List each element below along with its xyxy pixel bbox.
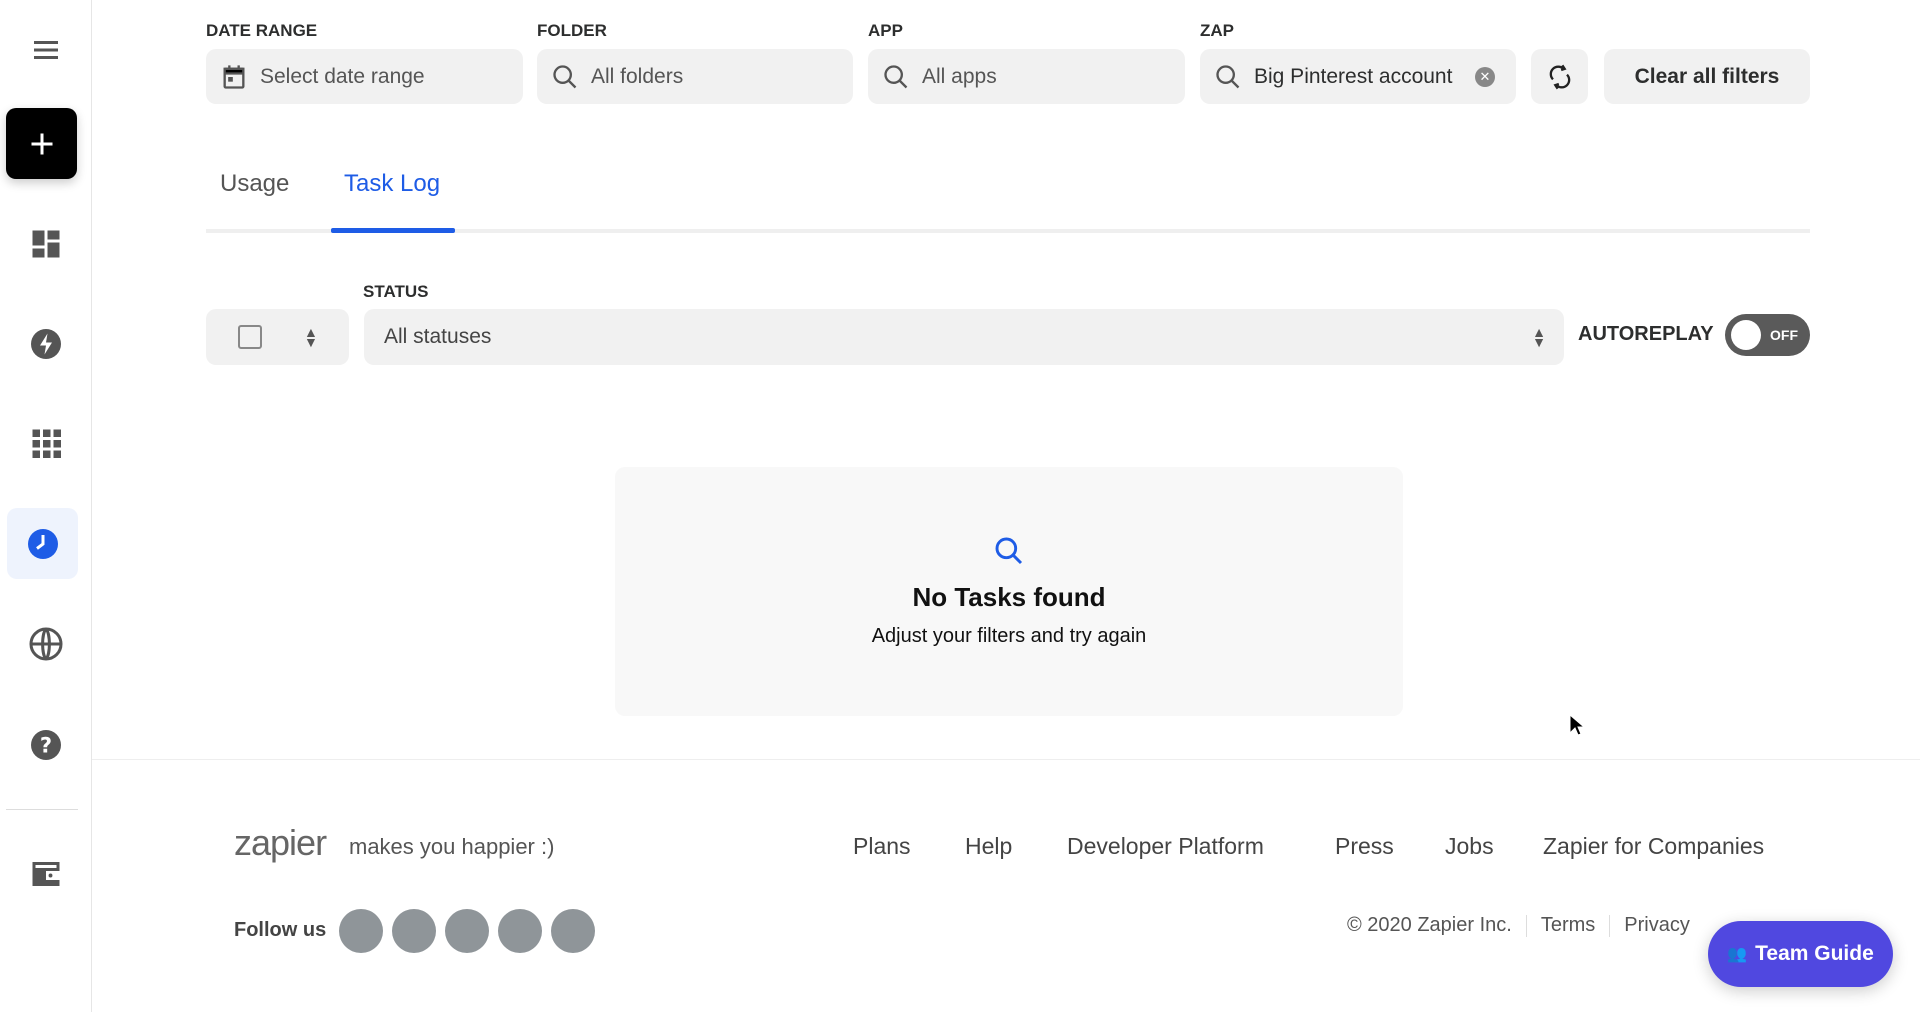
autoreplay-label: AUTOREPLAY [1578, 323, 1714, 345]
footer-divider [92, 759, 1920, 760]
search-icon [1216, 64, 1240, 88]
social-icon[interactable] [339, 909, 383, 953]
terms-link[interactable]: Terms [1541, 914, 1595, 937]
date-range-picker[interactable]: Select date range [206, 49, 523, 104]
sort-arrows-icon: ▲ ▼ [304, 324, 318, 350]
tab-usage[interactable]: Usage [220, 170, 289, 198]
active-tab-indicator [331, 228, 455, 233]
sidebar-item-zaps[interactable] [14, 312, 78, 376]
sidebar-divider [6, 809, 78, 810]
copyright: © 2020 Zapier Inc. [1347, 914, 1512, 936]
bulk-select[interactable]: ▲ ▼ [206, 309, 349, 365]
calendar-icon [223, 64, 245, 89]
footer-legal: © 2020 Zapier Inc. Terms Privacy [1347, 914, 1690, 937]
refresh-icon [1549, 64, 1570, 89]
footer-link-jobs[interactable]: Jobs [1445, 833, 1543, 860]
zap-value: Big Pinterest account [1254, 64, 1453, 88]
folder-value: All folders [591, 64, 684, 88]
globe-icon [29, 627, 63, 661]
toggle-knob [1731, 320, 1761, 350]
search-icon [884, 64, 908, 88]
svg-text:?: ? [40, 734, 52, 758]
footer-tagline: makes you happier :) [349, 834, 555, 859]
mouse-cursor-icon [1569, 714, 1585, 736]
sidebar: ? [0, 0, 92, 1012]
dashboard-icon [32, 230, 60, 258]
sidebar-item-dashboard[interactable] [14, 212, 78, 276]
separator [1609, 914, 1611, 937]
sidebar-item-billing[interactable] [14, 842, 78, 906]
search-icon [995, 537, 1023, 565]
sidebar-item-explore[interactable] [14, 612, 78, 676]
footer-link-press[interactable]: Press [1335, 833, 1445, 860]
empty-state-card: No Tasks found Adjust your filters and t… [615, 467, 1403, 716]
clear-all-filters-button[interactable]: Clear all filters [1604, 49, 1810, 104]
wallet-icon [32, 862, 60, 886]
select-arrows-icon: ▲ ▼ [1532, 324, 1546, 350]
status-label: STATUS [363, 282, 429, 301]
empty-subtitle: Adjust your filters and try again [871, 625, 1147, 647]
team-guide-label: Team Guide [1755, 942, 1874, 965]
empty-title: No Tasks found [912, 582, 1106, 612]
date-range-label: DATE RANGE [206, 21, 318, 40]
sidebar-item-help[interactable]: ? [14, 713, 78, 777]
search-icon [553, 64, 577, 88]
clear-zap-icon[interactable]: ✕ [1475, 66, 1495, 87]
folder-filter[interactable]: All folders [537, 49, 853, 104]
sidebar-item-history[interactable] [7, 508, 78, 579]
autoreplay-toggle[interactable]: OFF [1725, 314, 1810, 356]
footer-link-help[interactable]: Help [965, 833, 1067, 860]
app-filter[interactable]: All apps [868, 49, 1185, 104]
separator [1525, 914, 1527, 937]
date-range-placeholder: Select date range [260, 64, 425, 88]
hamburger-menu-icon [34, 41, 58, 59]
refresh-button[interactable] [1531, 49, 1588, 104]
clock-icon [27, 528, 58, 559]
help-icon: ? [31, 730, 61, 760]
sidebar-item-apps[interactable] [14, 411, 78, 475]
social-icon[interactable] [392, 909, 436, 953]
tab-task-log[interactable]: Task Log [344, 170, 440, 198]
status-select[interactable]: All statuses ▲ ▼ [364, 309, 1564, 365]
app-value: All apps [922, 64, 997, 88]
app-label: APP [868, 21, 903, 40]
privacy-link[interactable]: Privacy [1624, 914, 1690, 937]
menu-button[interactable] [14, 18, 78, 82]
footer-link-plans[interactable]: Plans [853, 833, 965, 860]
toggle-state: OFF [1770, 327, 1798, 343]
select-all-checkbox[interactable] [238, 325, 262, 349]
follow-us-label: Follow us [234, 919, 327, 941]
plus-icon [31, 133, 52, 154]
status-value: All statuses [384, 325, 492, 348]
social-links [339, 909, 595, 953]
footer-links: Plans Help Developer Platform Press Jobs… [853, 833, 1764, 860]
team-guide-button[interactable]: 👥 Team Guide [1708, 921, 1893, 987]
people-icon: 👥 [1727, 946, 1748, 963]
social-icon[interactable] [551, 909, 595, 953]
create-zap-button[interactable] [6, 108, 77, 179]
lightning-icon [31, 329, 61, 359]
zap-filter[interactable]: Big Pinterest account ✕ [1200, 49, 1516, 104]
zapier-logo[interactable]: zapier [234, 822, 327, 864]
grid-icon [32, 429, 61, 458]
footer-link-developer-platform[interactable]: Developer Platform [1067, 833, 1335, 860]
folder-label: FOLDER [537, 21, 607, 40]
zap-label: ZAP [1200, 21, 1234, 40]
footer-link-zapier-for-companies[interactable]: Zapier for Companies [1543, 833, 1764, 860]
social-icon[interactable] [445, 909, 489, 953]
social-icon[interactable] [498, 909, 542, 953]
